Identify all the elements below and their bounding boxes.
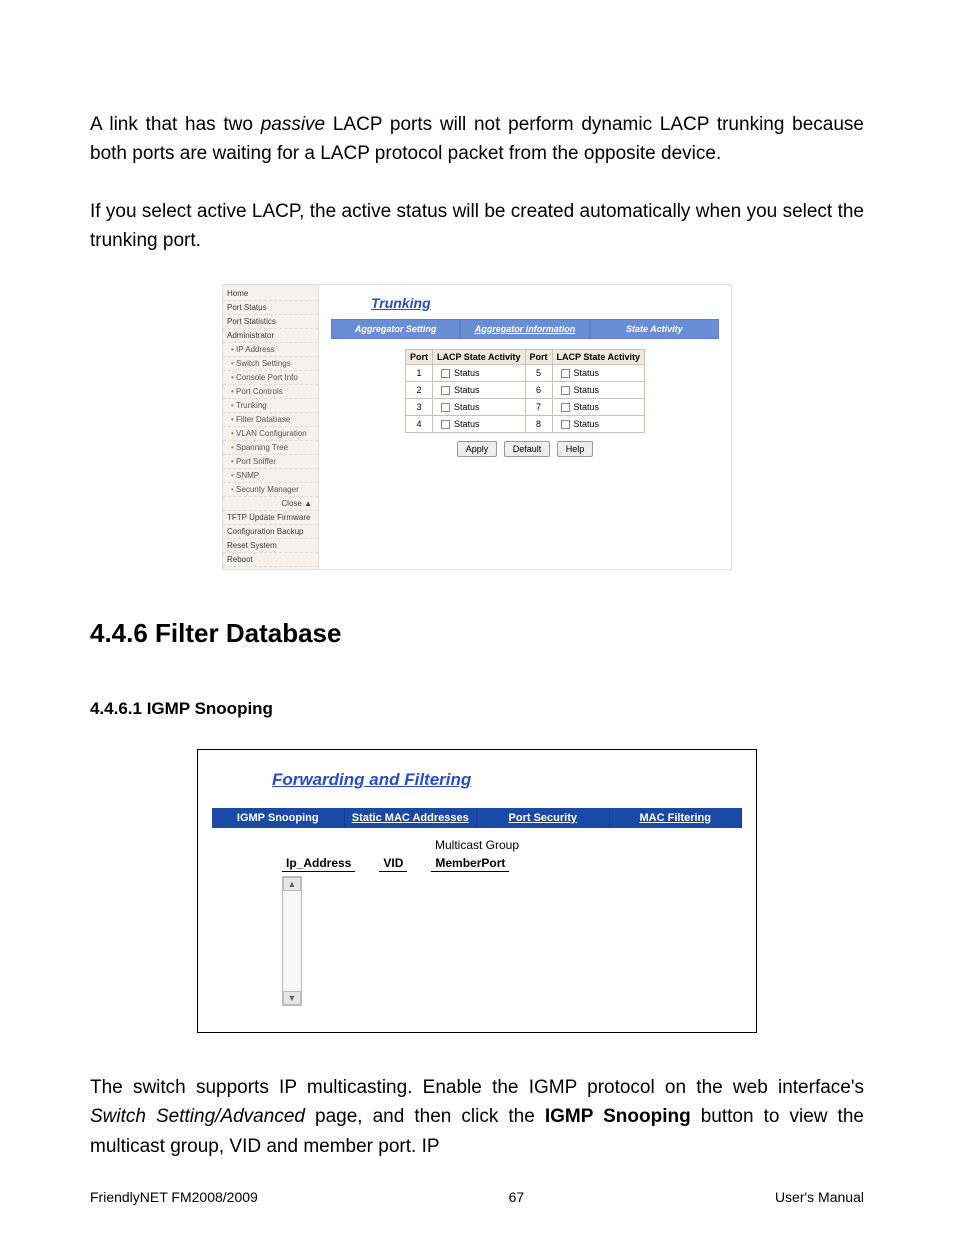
sidebar-item-reset-system[interactable]: Reset System (223, 539, 318, 553)
footer-left: FriendlyNET FM2008/2009 (90, 1189, 258, 1205)
table-row: 1 Status 5 Status (405, 364, 644, 381)
text-bold: IGMP Snooping (545, 1106, 691, 1127)
sidebar-item-port-status[interactable]: Port Status (223, 301, 318, 315)
th-lacp-state: LACP State Activity (432, 349, 525, 364)
th-port: Port (405, 349, 432, 364)
sidebar-sub-trunking[interactable]: Trunking (223, 399, 318, 413)
cell-status: Status (432, 364, 525, 381)
checkbox[interactable] (441, 403, 450, 412)
text-italic: Switch Setting/Advanced (90, 1106, 305, 1127)
tab-igmp-snooping[interactable]: IGMP Snooping (212, 808, 345, 828)
panel-title-trunking: Trunking (331, 291, 719, 319)
paragraph-igmp-description: The switch supports IP multicasting. Ena… (90, 1073, 864, 1161)
tabbar: Aggregator Setting Aggregator informatio… (331, 319, 719, 339)
tab-port-security[interactable]: Port Security (477, 808, 610, 828)
th-vid: VID (379, 856, 407, 872)
heading-filter-database: 4.4.6 Filter Database (90, 618, 864, 649)
paragraph-passive-lacp: A link that has two passive LACP ports w… (90, 110, 864, 169)
paragraph-active-lacp: If you select active LACP, the active st… (90, 197, 864, 256)
scroll-down-icon[interactable]: ▼ (283, 991, 301, 1005)
apply-button[interactable]: Apply (457, 441, 498, 457)
heading-igmp-snooping: 4.4.6.1 IGMP Snooping (90, 699, 864, 719)
th-memberport: MemberPort (431, 856, 509, 872)
tab-aggregator-information[interactable]: Aggregator information (460, 319, 589, 339)
table-row: 3 Status 7 Status (405, 399, 644, 416)
state-activity-table: Port LACP State Activity Port LACP State… (405, 349, 645, 434)
sidebar-sub-security-manager[interactable]: Security Manager (223, 483, 318, 497)
tab-state-activity[interactable]: State Activity (590, 319, 719, 339)
cell-status: Status (432, 416, 525, 433)
screenshot-trunking: Home Port Status Port Statistics Adminis… (222, 284, 732, 570)
sidebar-sub-switch-settings[interactable]: Switch Settings (223, 357, 318, 371)
checkbox[interactable] (441, 369, 450, 378)
scroll-up-icon[interactable]: ▲ (283, 877, 301, 891)
table-row: 4 Status 8 Status (405, 416, 644, 433)
sidebar-item-home[interactable]: Home (223, 287, 318, 301)
help-button[interactable]: Help (557, 441, 594, 457)
cell-port: 4 (405, 416, 432, 433)
footer-page-number: 67 (509, 1189, 525, 1205)
sidebar-sub-spanning-tree[interactable]: Spanning Tree (223, 441, 318, 455)
checkbox[interactable] (441, 386, 450, 395)
sidebar-sub-vlan-config[interactable]: VLAN Configuration (223, 427, 318, 441)
content-panel: Trunking Aggregator Setting Aggregator i… (319, 285, 731, 569)
default-button[interactable]: Default (504, 441, 551, 457)
checkbox[interactable] (561, 369, 570, 378)
sidebar-sub-port-sniffer[interactable]: Port Sniffer (223, 455, 318, 469)
sidebar-item-port-statistics[interactable]: Port Statistics (223, 315, 318, 329)
cell-status: Status (552, 381, 645, 398)
list-area: ▲ ▼ (212, 876, 742, 1006)
sidebar-sub-snmp[interactable]: SNMP (223, 469, 318, 483)
cell-port: 7 (525, 399, 552, 416)
sidebar-sub-filter-database[interactable]: Filter Database (223, 413, 318, 427)
sidebar: Home Port Status Port Statistics Adminis… (223, 285, 319, 569)
text: page, and then click the (305, 1106, 545, 1127)
page-footer: FriendlyNET FM2008/2009 67 User's Manual (90, 1189, 864, 1205)
cell-port: 5 (525, 364, 552, 381)
sidebar-close[interactable]: Close ▲ (223, 497, 318, 511)
footer-right: User's Manual (775, 1189, 864, 1205)
cell-status: Status (552, 416, 645, 433)
checkbox[interactable] (441, 420, 450, 429)
tab-static-mac[interactable]: Static MAC Addresses (345, 808, 478, 828)
text: A link that has two (90, 114, 261, 135)
sidebar-item-tftp[interactable]: TFTP Update Firmware (223, 511, 318, 525)
sidebar-sub-ip-address[interactable]: IP Address (223, 343, 318, 357)
th-lacp-state-2: LACP State Activity (552, 349, 645, 364)
list-blank (302, 876, 742, 1006)
sidebar-sub-console-port-info[interactable]: Console Port Info (223, 371, 318, 385)
cell-status: Status (432, 381, 525, 398)
sidebar-item-reboot[interactable]: Reboot (223, 553, 318, 567)
table-row: 2 Status 6 Status (405, 381, 644, 398)
text-italic: passive (261, 114, 325, 135)
sidebar-sub-port-controls[interactable]: Port Controls (223, 385, 318, 399)
sidebar-item-config-backup[interactable]: Configuration Backup (223, 525, 318, 539)
cell-status: Status (552, 364, 645, 381)
checkbox[interactable] (561, 386, 570, 395)
cell-port: 3 (405, 399, 432, 416)
scrollbar[interactable]: ▲ ▼ (282, 876, 302, 1006)
table-header: Ip_Address VID MemberPort (212, 856, 742, 872)
text: The switch supports IP multicasting. Ena… (90, 1077, 864, 1098)
checkbox[interactable] (561, 420, 570, 429)
checkbox[interactable] (561, 403, 570, 412)
tab-aggregator-setting[interactable]: Aggregator Setting (331, 319, 460, 339)
cell-port: 1 (405, 364, 432, 381)
th-ip-address: Ip_Address (282, 856, 355, 872)
sidebar-item-administrator[interactable]: Administrator (223, 329, 318, 343)
multicast-group-label: Multicast Group (212, 838, 742, 852)
th-port-2: Port (525, 349, 552, 364)
tab-mac-filtering[interactable]: MAC Filtering (610, 808, 743, 828)
cell-port: 6 (525, 381, 552, 398)
cell-status: Status (552, 399, 645, 416)
screenshot-forwarding-filtering: Forwarding and Filtering IGMP Snooping S… (197, 749, 757, 1033)
panel-title-forwarding: Forwarding and Filtering (212, 770, 742, 790)
cell-port: 8 (525, 416, 552, 433)
button-row: Apply Default Help (331, 441, 719, 457)
tabbar-filtering: IGMP Snooping Static MAC Addresses Port … (212, 808, 742, 828)
cell-port: 2 (405, 381, 432, 398)
cell-status: Status (432, 399, 525, 416)
